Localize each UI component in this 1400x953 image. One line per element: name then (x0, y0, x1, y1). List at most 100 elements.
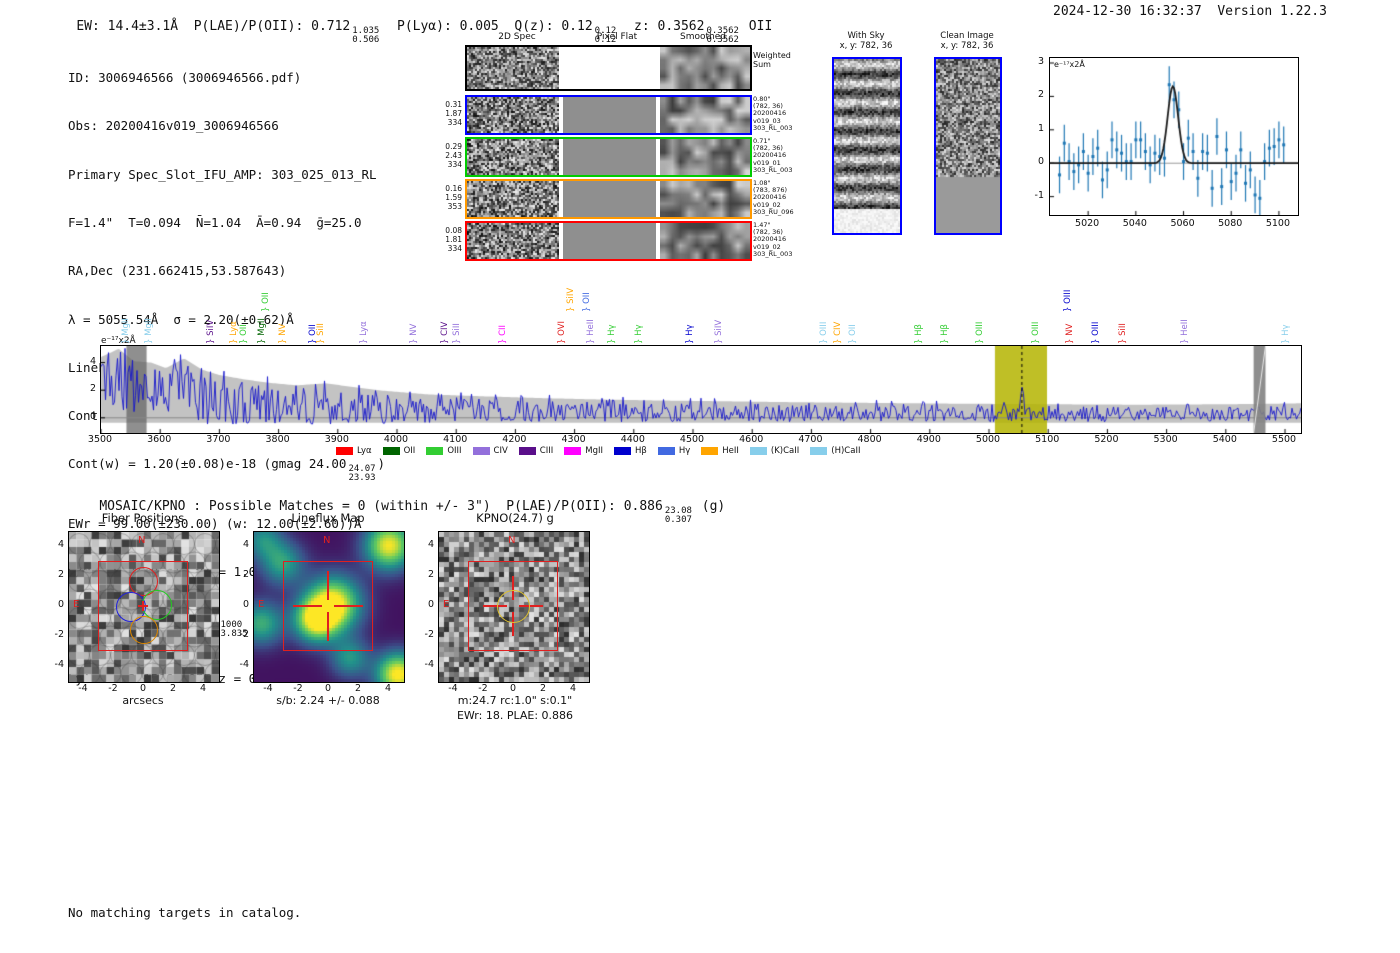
spectral-line-label: } SiII (1118, 323, 1129, 344)
fiber-weights: 0.29 2.43 334 (440, 142, 462, 169)
tick-label: 4100 (443, 434, 468, 445)
legend-swatch (657, 447, 675, 455)
2d-spec-image (467, 97, 559, 133)
spectral-line-label: } OIII (1062, 289, 1073, 312)
tick-label: -2 (239, 629, 249, 640)
tick-label: 5100 (1265, 218, 1291, 229)
cutout-strip (465, 137, 752, 177)
tick-label: 2 (354, 683, 362, 694)
fiber-weight-label: 1.81 (445, 235, 462, 244)
compass-east: E (443, 599, 450, 610)
spectral-line-label: } SiII (452, 323, 463, 344)
spectral-line-label: } NV (1064, 323, 1075, 344)
spectral-line-label: } OIII (819, 321, 830, 344)
tick-label: 4900 (916, 434, 941, 445)
fiber-weight-label: 2.43 (445, 151, 462, 160)
tick-label: 4 (569, 683, 577, 694)
legend-swatch (749, 447, 767, 455)
pixel-flat-image (563, 223, 656, 259)
clean-image-title: Clean Image x, y: 782, 36 (917, 31, 1017, 51)
kpno-caption2: EWr: 18. PLAE: 0.886 (456, 709, 574, 722)
tick-label: 4300 (561, 434, 586, 445)
smoothed-image (660, 139, 750, 175)
tick-label: -4 (263, 683, 273, 694)
spectral-line-label: } CIV (440, 321, 451, 344)
tick-label: 4 (57, 539, 64, 550)
center-cross (142, 601, 144, 611)
legend-item: OII (382, 446, 415, 456)
compass-east: E (73, 599, 80, 610)
tick-label: 4700 (798, 434, 823, 445)
legend-swatch (701, 447, 719, 455)
with-sky-title: With Sky x, y: 782, 36 (816, 31, 916, 51)
fiber-weight-label: 334 (447, 118, 462, 127)
panel-coords: x, y: 782, 36 (940, 41, 994, 51)
column-header-pixelflat: Pixel Flat (596, 32, 638, 42)
fiber-ids: 0.71" (782, 36) 20200416 v019_01 303_RL_003 (753, 137, 799, 174)
timestamp-version: 2024-12-30 16:32:37 Version 1.22.3 (1053, 4, 1327, 19)
mosaic-band: (g) (693, 499, 726, 514)
inset-flux-units-label: e⁻¹⁷x2Å (1054, 60, 1085, 69)
footer-line: No matching targets in catalog. (68, 905, 302, 920)
pixel-flat-image (563, 181, 656, 217)
fiber-weights: 0.16 1.59 353 (440, 184, 462, 211)
info-radec: RA,Dec (231.662415,53.587643) (68, 263, 287, 279)
legend-swatch (518, 447, 536, 455)
2d-spec-image (467, 181, 559, 217)
tick-label: 2 (57, 569, 64, 580)
lineflux-map-panel: N E (253, 531, 405, 683)
spectral-line-label: } HeII (585, 319, 596, 344)
tick-label: 0 (324, 683, 332, 694)
tick-label: 2 (1037, 89, 1044, 101)
legend-swatch (472, 447, 490, 455)
tick-label: 5300 (1153, 434, 1178, 445)
legend-swatch (336, 447, 353, 455)
mosaic-plae-range: 23.08 0.307 (664, 506, 692, 525)
panel-title: Clean Image (940, 31, 994, 41)
info-obs: Obs: 20200416v019_3006946566 (68, 118, 279, 134)
line-fit-plot (1049, 57, 1299, 216)
info-wavelength: λ = 5055.54Å σ = 2.20(±0.62)Å (68, 311, 294, 327)
crosshair (327, 571, 329, 600)
tick-label: -2 (478, 683, 488, 694)
fiber-weight-label: 334 (447, 244, 462, 253)
clean-image (934, 57, 1002, 235)
legend-swatch (810, 447, 828, 455)
tick-label: 3500 (87, 434, 113, 445)
tick-label: 3900 (324, 434, 349, 445)
tick-label: 2 (427, 569, 434, 580)
tick-label: 5040 (1122, 218, 1147, 229)
tick-label: 2 (242, 569, 249, 580)
pixel-flat-image (563, 47, 656, 89)
spectrum-legend: Lyα OII OIII CIV CIII MgII Hβ Hγ HeII (K)CaII (H)C… (336, 446, 860, 456)
legend-label: Lyα (357, 446, 372, 456)
lineflux-map-title: Lineflux Map (291, 511, 365, 525)
label-line: Sum (753, 60, 771, 69)
tick-label: 5000 (975, 434, 1001, 445)
pixel-flat-image (563, 97, 656, 133)
fiber-weight-label: 1.59 (445, 193, 462, 202)
tick-label: -4 (424, 659, 434, 670)
legend-label: OIII (447, 446, 462, 456)
spectral-line-label: } OIII (1031, 321, 1042, 344)
info-id: ID: 3006946566 (3006946566.pdf) (68, 70, 302, 86)
smoothed-image (660, 47, 750, 89)
2d-spec-image (467, 47, 559, 89)
legend-label: CIV (493, 446, 508, 456)
tick-label: 4800 (857, 434, 882, 445)
tick-label: 2 (89, 383, 96, 395)
spectral-line-label: } OIII (1091, 321, 1102, 344)
spectral-line-label: } Hγ (607, 324, 618, 344)
legend-item: Hβ (614, 446, 647, 456)
tick-label: -4 (54, 659, 64, 670)
spectral-line-label: } OII (847, 324, 858, 344)
tick-label: 0 (242, 599, 249, 610)
tick-label: 4 (199, 683, 207, 694)
legend-swatch (426, 447, 444, 455)
fiber-positions-title: Fiber Positions (101, 511, 185, 525)
tick-label: 4500 (679, 434, 705, 445)
2d-spec-image (467, 223, 559, 259)
tick-label: 2 (539, 683, 547, 694)
kpno-caption: m:24.7 rc:1.0" s:0.1" (457, 694, 573, 707)
tick-label: -2 (424, 629, 434, 640)
